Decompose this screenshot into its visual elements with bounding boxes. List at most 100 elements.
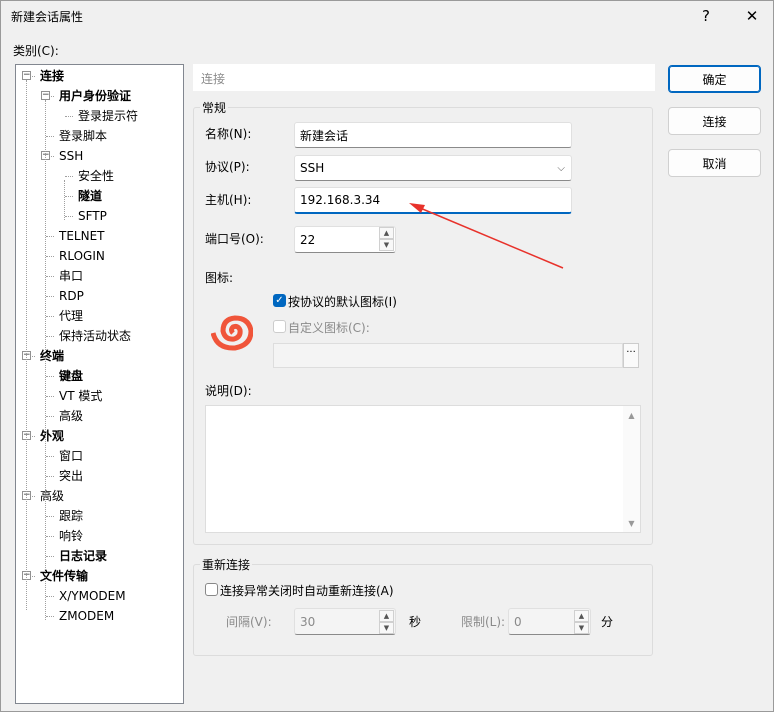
tree-item[interactable]: ZMODEM bbox=[59, 606, 114, 626]
default-icon-label: 按协议的默认图标(I) bbox=[288, 295, 397, 309]
limit-label: 限制(L): bbox=[461, 615, 506, 629]
tree-connector bbox=[65, 116, 73, 117]
tree-connector bbox=[46, 416, 54, 417]
tree-item[interactable]: 保持活动状态 bbox=[59, 326, 131, 346]
tree-connector bbox=[65, 196, 73, 197]
tree-guide bbox=[26, 80, 27, 610]
collapse-icon[interactable]: − bbox=[22, 71, 31, 80]
description-label: 说明(D): bbox=[205, 384, 252, 398]
session-properties-dialog: 新建会话属性 ? ✕ 类别(C): 连接 − 用户身份验证 − 登录提示符 登录脚本 SSH… bbox=[0, 0, 774, 712]
name-input[interactable]: 新建会话 bbox=[294, 122, 572, 148]
category-label: 类别(C): bbox=[13, 44, 59, 58]
minutes-unit: 分 bbox=[601, 615, 614, 629]
chevron-down-icon: ⌵ bbox=[557, 162, 565, 174]
custom-icon-checkbox[interactable] bbox=[273, 320, 286, 333]
window-title: 新建会话属性 bbox=[11, 10, 84, 24]
tree-connector bbox=[46, 296, 54, 297]
tree-connector bbox=[46, 556, 54, 557]
description-scrollbar[interactable]: ▲ ▼ bbox=[623, 406, 640, 532]
custom-icon-path bbox=[273, 343, 623, 368]
port-label: 端口号(O): bbox=[205, 232, 264, 246]
host-label: 主机(H): bbox=[205, 193, 252, 207]
interval-label: 间隔(V): bbox=[226, 615, 272, 629]
tree-item[interactable]: 键盘 bbox=[59, 366, 83, 386]
seconds-unit: 秒 bbox=[409, 615, 422, 629]
tree-connector bbox=[46, 136, 54, 137]
tree-connector bbox=[65, 216, 73, 217]
tree-item[interactable]: 文件传输 bbox=[40, 566, 88, 586]
protocol-select[interactable]: SSH ⌵ bbox=[294, 155, 572, 181]
tree-item[interactable]: RDP bbox=[59, 286, 84, 306]
tree-item[interactable]: 登录提示符 bbox=[78, 106, 138, 126]
tree-item[interactable]: 高级 bbox=[59, 406, 83, 426]
limit-value: 0 bbox=[514, 614, 522, 629]
tree-connector bbox=[46, 476, 54, 477]
general-label: 常规 bbox=[200, 99, 229, 116]
port-spinner[interactable]: ▲ ▼ bbox=[379, 227, 394, 251]
tree-item[interactable]: VT 模式 bbox=[59, 386, 102, 406]
ok-button[interactable]: 确定 bbox=[668, 65, 761, 93]
custom-icon-label: 自定义图标(C): bbox=[288, 321, 370, 335]
collapse-icon[interactable]: − bbox=[41, 91, 50, 100]
tree-connector bbox=[46, 596, 54, 597]
tree-item[interactable]: X/YMODEM bbox=[59, 586, 126, 606]
tree-item[interactable]: SSH bbox=[59, 146, 83, 166]
interval-spinner[interactable]: ▲ ▼ bbox=[379, 609, 394, 634]
section-header: 连接 bbox=[193, 64, 655, 91]
tree-item[interactable]: 外观 bbox=[40, 426, 64, 446]
tree-connector bbox=[46, 616, 54, 617]
tree-connector bbox=[46, 376, 54, 377]
limit-input[interactable]: 0 ▲ ▼ bbox=[508, 608, 591, 635]
port-value: 22 bbox=[300, 232, 316, 247]
tree-guide bbox=[45, 100, 46, 620]
tree-item[interactable]: 跟踪 bbox=[59, 506, 83, 526]
tree-item[interactable]: 用户身份验证 bbox=[59, 86, 131, 106]
help-button[interactable]: ? bbox=[683, 1, 729, 31]
description-textarea[interactable]: ▲ ▼ bbox=[205, 405, 641, 533]
interval-value: 30 bbox=[300, 614, 316, 629]
tree-connector bbox=[46, 236, 54, 237]
auto-reconnect-checkbox[interactable] bbox=[205, 583, 218, 596]
default-icon-checkbox[interactable]: ✓ bbox=[273, 294, 286, 307]
limit-spinner[interactable]: ▲ ▼ bbox=[574, 609, 589, 634]
protocol-value: SSH bbox=[300, 161, 325, 175]
protocol-label: 协议(P): bbox=[205, 160, 250, 174]
tree-item[interactable]: 隧道 bbox=[78, 186, 102, 206]
cancel-button[interactable]: 取消 bbox=[668, 149, 761, 177]
tree-connector bbox=[46, 316, 54, 317]
tree-item[interactable]: TELNET bbox=[59, 226, 105, 246]
category-tree[interactable]: 连接 − 用户身份验证 − 登录提示符 登录脚本 SSH − 安全性 隧道 SFTP TELNET RL… bbox=[15, 64, 184, 704]
interval-input[interactable]: 30 ▲ ▼ bbox=[294, 608, 396, 635]
tree-connector bbox=[46, 516, 54, 517]
tree-item[interactable]: 串口 bbox=[59, 266, 83, 286]
tree-connector bbox=[46, 256, 54, 257]
name-label: 名称(N): bbox=[205, 127, 252, 141]
reconnect-label: 重新连接 bbox=[200, 556, 253, 573]
tree-connector bbox=[46, 336, 54, 337]
tree-item[interactable]: 突出 bbox=[59, 466, 83, 486]
red-arrow-annotation bbox=[409, 203, 564, 269]
tree-item[interactable]: 代理 bbox=[59, 306, 83, 326]
tree-item[interactable]: RLOGIN bbox=[59, 246, 105, 266]
close-button[interactable]: ✕ bbox=[729, 1, 774, 31]
tree-connector bbox=[46, 536, 54, 537]
tree-item[interactable]: SFTP bbox=[78, 206, 107, 226]
tree-item[interactable]: 终端 bbox=[40, 346, 64, 366]
tree-item[interactable]: 连接 bbox=[40, 66, 64, 86]
port-input[interactable]: 22 ▲ ▼ bbox=[294, 226, 396, 253]
session-icon bbox=[211, 315, 253, 351]
tree-item[interactable]: 登录脚本 bbox=[59, 126, 107, 146]
tree-connector bbox=[65, 176, 73, 177]
tree-connector bbox=[46, 276, 54, 277]
browse-button[interactable]: ... bbox=[623, 343, 639, 368]
tree-connector bbox=[46, 456, 54, 457]
tree-item[interactable]: 安全性 bbox=[78, 166, 114, 186]
tree-item[interactable]: 高级 bbox=[40, 486, 64, 506]
tree-item[interactable]: 窗口 bbox=[59, 446, 83, 466]
icon-label: 图标: bbox=[205, 271, 234, 285]
tree-connector bbox=[46, 396, 54, 397]
tree-item[interactable]: 日志记录 bbox=[59, 546, 107, 566]
connect-button[interactable]: 连接 bbox=[668, 107, 761, 135]
auto-reconnect-label: 连接异常关闭时自动重新连接(A) bbox=[220, 584, 394, 598]
tree-item[interactable]: 响铃 bbox=[59, 526, 83, 546]
